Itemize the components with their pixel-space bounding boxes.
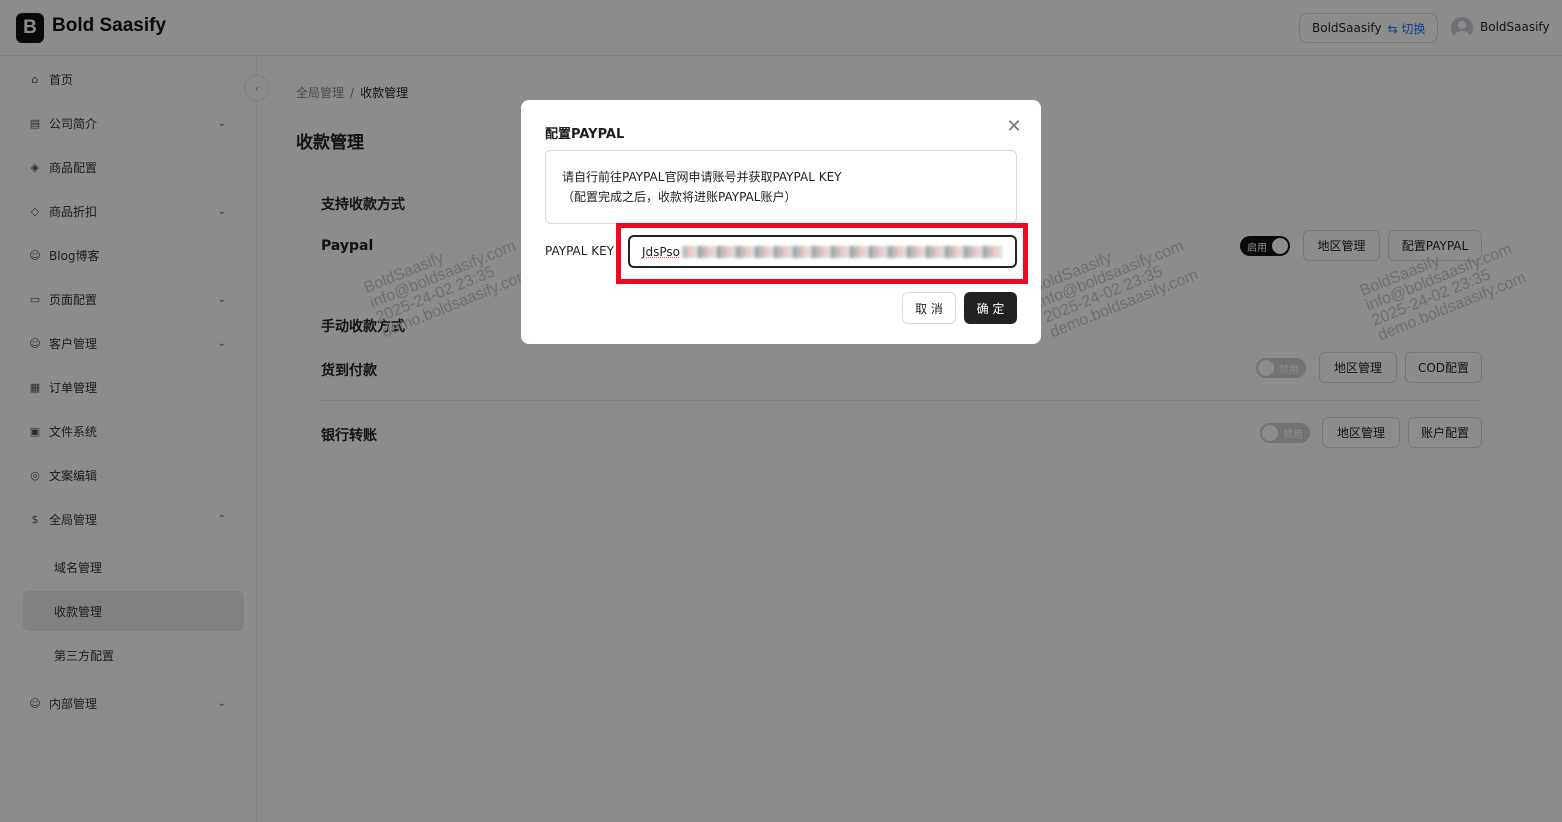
close-icon[interactable]: ✕	[1005, 116, 1023, 137]
confirm-button[interactable]: 确 定	[964, 292, 1017, 324]
paypal-config-modal: 配置PAYPAL ✕ 请自行前往PAYPAL官网申请账号并获取PAYPAL KE…	[521, 100, 1041, 344]
notice-line: （配置完成之后，收款将进账PAYPAL账户）	[562, 190, 797, 204]
notice-box: 请自行前往PAYPAL官网申请账号并获取PAYPAL KEY （配置完成之后，收…	[545, 150, 1017, 224]
modal-title: 配置PAYPAL	[545, 127, 625, 142]
paypal-key-label: PAYPAL KEY	[545, 244, 615, 258]
cancel-button[interactable]: 取 消	[902, 292, 956, 324]
highlight-box	[616, 223, 1028, 284]
notice-line: 请自行前往PAYPAL官网申请账号并获取PAYPAL KEY	[562, 170, 842, 184]
